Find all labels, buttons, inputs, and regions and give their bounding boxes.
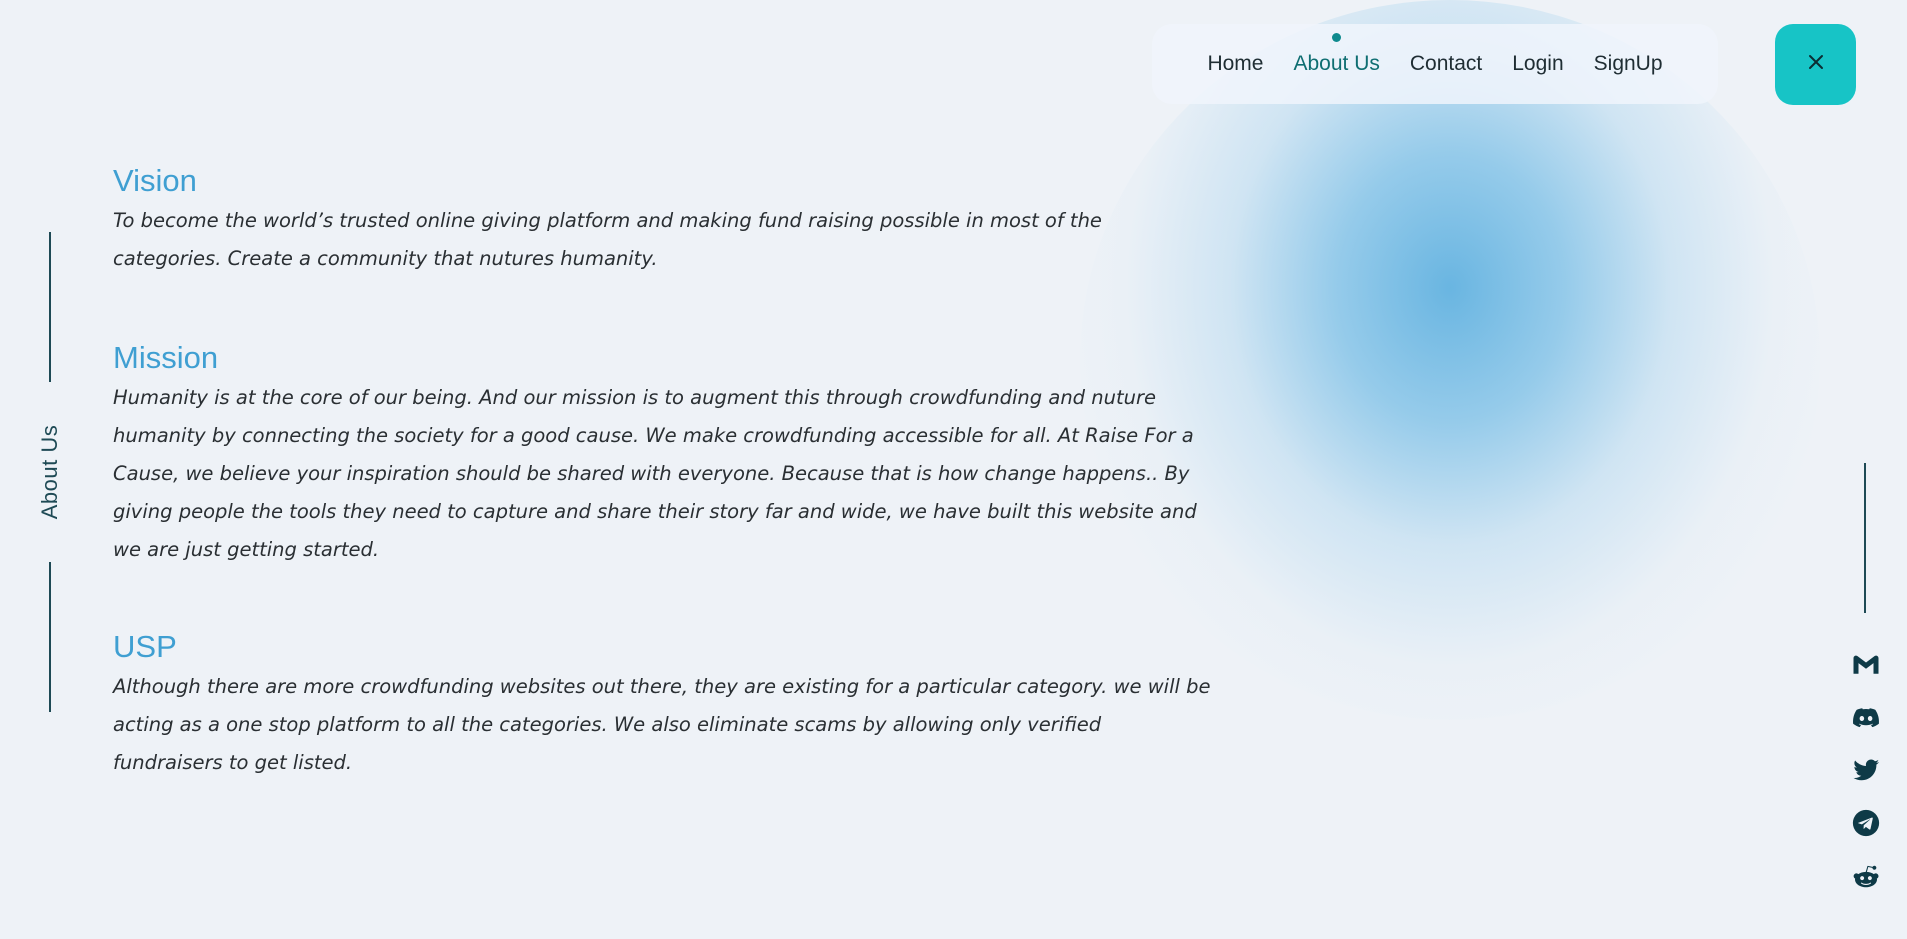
nav-login[interactable]: Login [1512,52,1563,76]
top-navbar: Home About Us Contact Login SignUp [1152,24,1718,104]
close-menu-button[interactable] [1775,24,1856,105]
twitter-icon[interactable] [1851,755,1881,785]
mission-heading: Mission [113,340,219,375]
nav-home[interactable]: Home [1207,52,1263,76]
nav-about-us[interactable]: About Us [1293,33,1380,76]
nav-signup[interactable]: SignUp [1594,52,1663,76]
mission-section: Mission Humanity is at the core of our b… [113,337,1213,569]
usp-text: Although there are more crowdfunding web… [113,675,1211,774]
vision-text: To become the world’s trusted online giv… [113,209,1102,270]
usp-heading: USP [113,629,177,664]
close-icon [1807,53,1825,76]
gmail-icon[interactable] [1851,650,1881,680]
close-icon-svg [1808,55,1823,69]
active-indicator-dot [1332,33,1342,42]
nav-contact[interactable]: Contact [1410,52,1482,76]
side-divider-bottom [49,562,51,712]
mission-text: Humanity is at the core of our being. An… [113,386,1197,561]
usp-section: USP Although there are more crowdfunding… [113,626,1213,782]
side-divider-top [49,232,51,382]
vision-heading: Vision [113,163,197,198]
about-page: Home About Us Contact Login SignUp About… [0,0,1907,939]
side-section-label: About Us [30,232,70,712]
reddit-icon[interactable] [1851,861,1881,891]
side-label-text: About Us [37,424,62,520]
social-divider [1864,463,1866,613]
nav-about-us-label: About Us [1293,52,1380,75]
discord-icon[interactable] [1851,703,1881,733]
vision-section: Vision To become the world’s trusted onl… [113,160,1213,278]
telegram-icon[interactable] [1851,808,1881,838]
